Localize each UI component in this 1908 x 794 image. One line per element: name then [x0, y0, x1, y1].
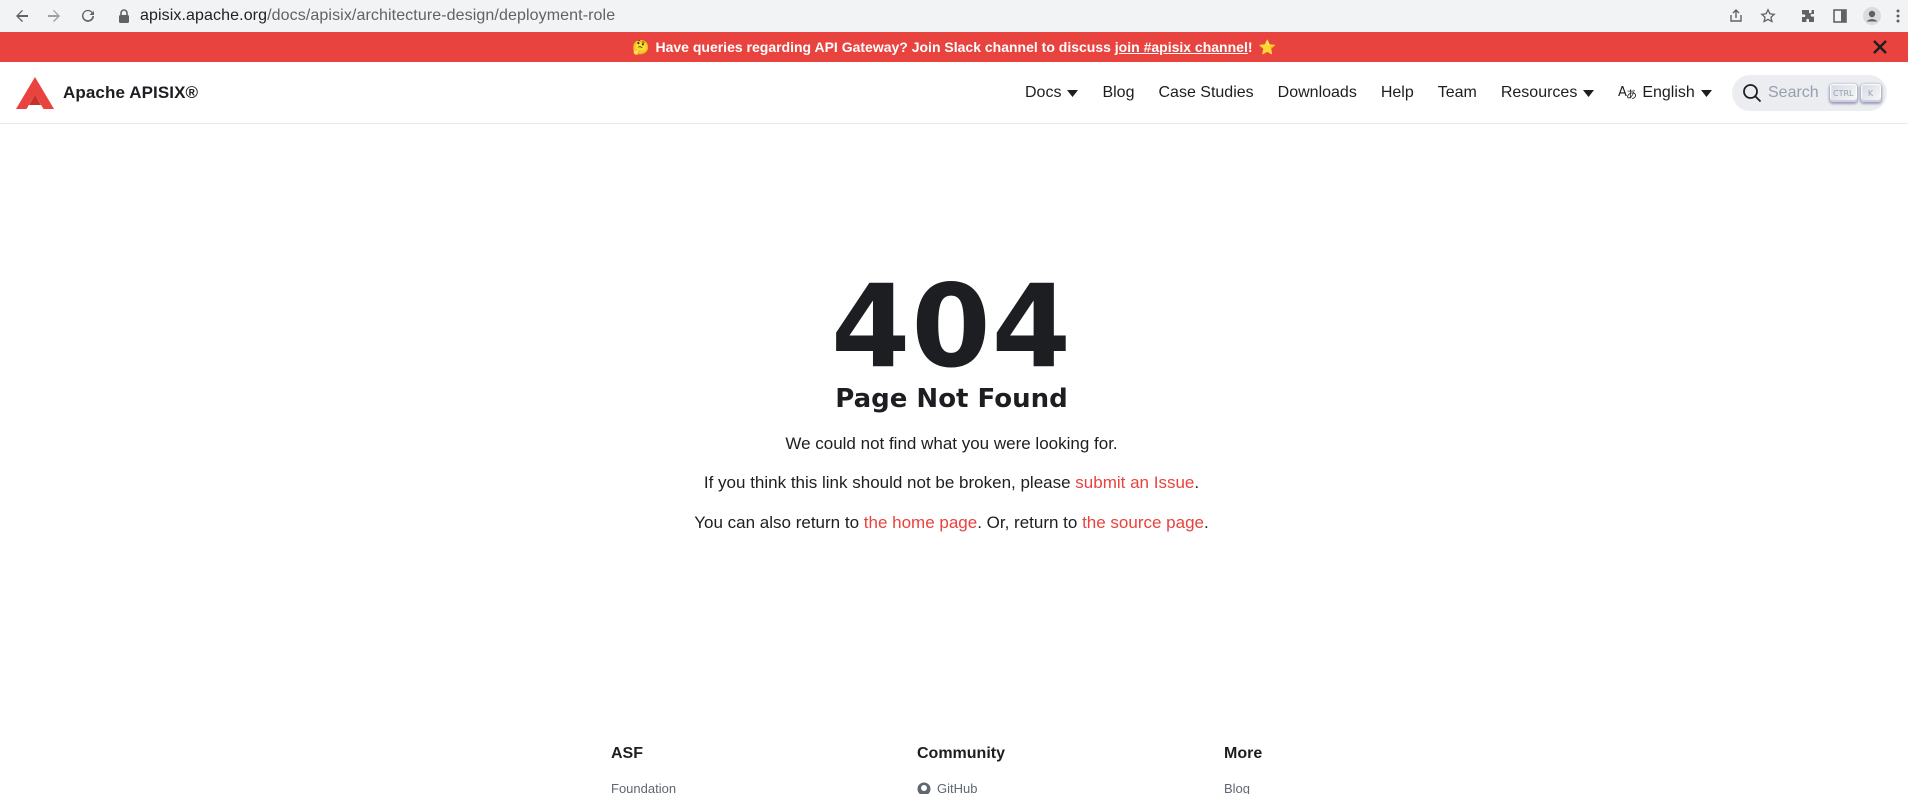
nav-docs-label: Docs: [1025, 84, 1062, 101]
svg-text:あ: あ: [1626, 88, 1637, 100]
url-text: apisix.apache.org/docs/apisix/architectu…: [140, 7, 615, 25]
footer-column-asf: ASF Foundation: [611, 744, 676, 794]
url-host: apisix.apache.org: [140, 6, 268, 24]
language-label: English: [1642, 84, 1695, 101]
github-icon: [917, 782, 931, 794]
nav-resources-dropdown[interactable]: Resources: [1500, 84, 1595, 102]
footer-link-blog[interactable]: Blog: [1224, 780, 1262, 794]
error-code: 404: [831, 260, 1072, 393]
footer-column-community: Community GitHub: [917, 744, 1005, 794]
site-navbar: Apache APISIX® Docs Blog Case Studies Do…: [0, 62, 1908, 124]
search-icon: [1742, 83, 1762, 103]
apisix-logo-icon: [16, 77, 54, 109]
nav-resources-label: Resources: [1500, 84, 1578, 101]
thinking-face-icon: 🤔: [632, 38, 650, 55]
ctrl-key-hint: CTRL: [1830, 84, 1857, 102]
address-bar[interactable]: apisix.apache.org/docs/apisix/architectu…: [112, 2, 1762, 29]
announcement-text: Have queries regarding API Gateway? Join…: [655, 39, 1111, 55]
translate-icon: Aあ: [1618, 82, 1638, 104]
issue-message: If you think this link should not be bro…: [0, 472, 1903, 494]
footer-column-title: ASF: [611, 745, 643, 762]
return-message-middle: . Or, return to: [977, 513, 1083, 532]
lock-icon: [118, 8, 130, 23]
site-footer: ASF Foundation Community GitHub More Blo…: [0, 730, 1908, 794]
search-placeholder: Search: [1768, 84, 1819, 101]
footer-link-github-label: GitHub: [937, 781, 978, 794]
announcement-suffix: !: [1247, 39, 1253, 55]
submit-issue-link[interactable]: submit an Issue: [1075, 473, 1194, 492]
browser-actions: [1720, 0, 1908, 32]
return-message-suffix: .: [1203, 513, 1209, 532]
k-key-hint: K: [1860, 84, 1881, 102]
footer-column-title: Community: [917, 745, 1005, 762]
browser-toolbar: apisix.apache.org/docs/apisix/architectu…: [0, 0, 1908, 32]
not-found-message: We could not find what you were looking …: [785, 434, 1118, 453]
footer-column-more: More Blog: [1224, 744, 1262, 794]
back-arrow-icon[interactable]: [8, 2, 36, 30]
close-icon: [1873, 40, 1887, 54]
extensions-icon[interactable]: [1792, 0, 1824, 32]
page-title: Page Not Found: [835, 384, 1068, 414]
footer-column-title: More: [1224, 745, 1263, 762]
nav-downloads-link[interactable]: Downloads: [1278, 84, 1357, 102]
main-content: 404 Page Not Found We could not find wha…: [0, 124, 1908, 684]
forward-arrow-icon[interactable]: [40, 2, 68, 30]
nav-links: Docs Blog Case Studies Downloads Help Te…: [1025, 62, 1736, 124]
issue-message-prefix: If you think this link should not be bro…: [703, 473, 1076, 492]
nav-docs-dropdown[interactable]: Docs: [1025, 84, 1079, 102]
share-icon[interactable]: [1720, 0, 1752, 32]
source-page-link[interactable]: the source page: [1082, 513, 1204, 532]
nav-case-studies-link[interactable]: Case Studies: [1158, 84, 1253, 102]
nav-blog-link[interactable]: Blog: [1102, 84, 1134, 102]
kebab-menu-icon[interactable]: [1888, 0, 1908, 32]
return-message: You can also return to the home page. Or…: [0, 512, 1903, 534]
nav-help-link[interactable]: Help: [1381, 84, 1414, 102]
caret-down-icon: [1067, 89, 1079, 97]
star-icon[interactable]: [1752, 0, 1784, 32]
star-emoji-icon: ⭐: [1258, 38, 1276, 55]
profile-icon[interactable]: [1856, 0, 1888, 32]
caret-down-icon: [1700, 89, 1712, 97]
footer-link-github[interactable]: GitHub: [917, 780, 1005, 794]
url-path: /docs/apisix/architecture-design/deploym…: [267, 6, 616, 24]
language-dropdown[interactable]: Aあ English: [1618, 82, 1712, 104]
side-panel-icon[interactable]: [1824, 0, 1856, 32]
brand-link[interactable]: Apache APISIX®: [15, 76, 198, 110]
caret-down-icon: [1583, 89, 1595, 97]
slack-channel-link[interactable]: join #apisix channel: [1115, 39, 1248, 55]
return-message-prefix: You can also return to: [694, 513, 864, 532]
home-page-link[interactable]: the home page: [864, 513, 977, 532]
announcement-bar: 🤔 Have queries regarding API Gateway? Jo…: [0, 32, 1908, 62]
reload-icon[interactable]: [74, 2, 102, 30]
close-announcement-button[interactable]: [1870, 37, 1890, 57]
brand-title: Apache APISIX®: [63, 83, 199, 102]
footer-link-foundation[interactable]: Foundation: [611, 780, 676, 794]
search-button[interactable]: Search CTRL K: [1732, 75, 1887, 111]
nav-team-link[interactable]: Team: [1438, 84, 1477, 102]
issue-message-suffix: .: [1194, 473, 1200, 492]
